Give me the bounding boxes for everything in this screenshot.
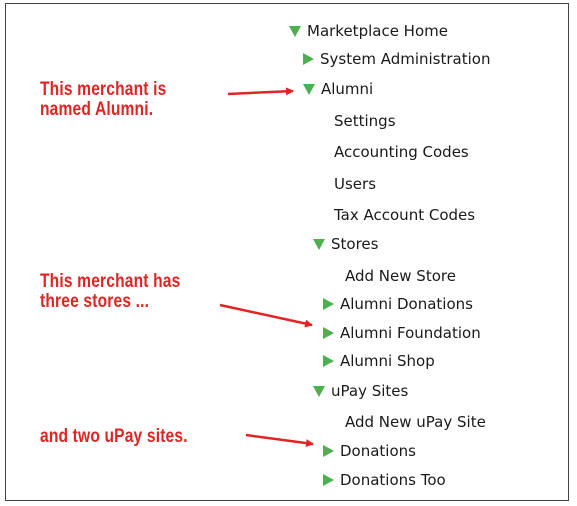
arrow-to-stores bbox=[219, 303, 313, 328]
arrow-to-upay bbox=[245, 433, 314, 448]
callout-arrows bbox=[219, 87, 314, 448]
arrow-to-alumni bbox=[227, 87, 294, 96]
